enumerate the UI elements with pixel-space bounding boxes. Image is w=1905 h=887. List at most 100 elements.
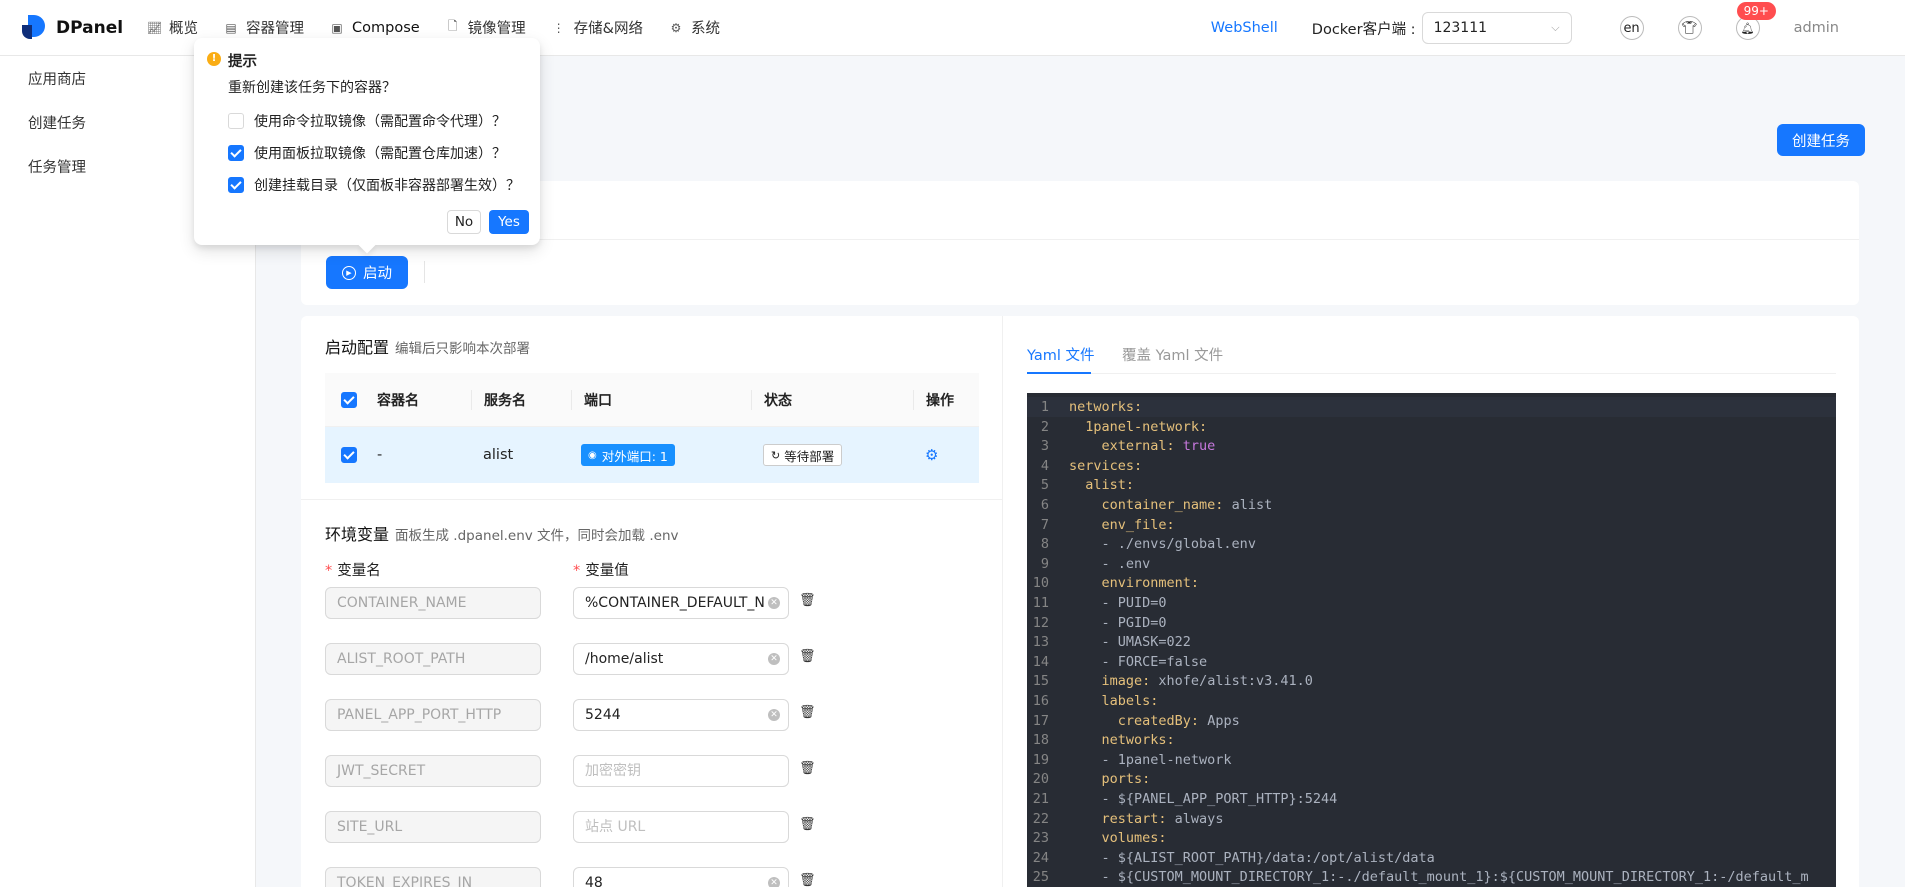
line-number: 11	[1032, 595, 1049, 611]
yaml-key: ports:	[1101, 771, 1151, 788]
yaml-value: xhofe/alist:v3.41.0	[1150, 673, 1313, 690]
trash-icon[interactable]: 🗑︎	[799, 705, 816, 720]
code-line: 9 - .env	[1027, 554, 1836, 574]
trash-icon[interactable]: 🗑︎	[799, 873, 816, 887]
option-pull-by-command[interactable]: 使用命令拉取镜像（需配置命令代理）？	[228, 111, 506, 131]
code-line: 5 alist:	[1027, 475, 1836, 495]
env-name-field[interactable]: PANEL_APP_PORT_HTTP	[325, 699, 541, 731]
yaml-value: - ${ALIST_ROOT_PATH}/data:/opt/alist/dat…	[1101, 849, 1435, 866]
tab-yaml-file[interactable]: Yaml 文件	[1027, 344, 1095, 365]
yes-button[interactable]: Yes	[489, 210, 529, 234]
container-name-cell: -	[377, 447, 383, 463]
yaml-value: - 1panel-network	[1101, 751, 1232, 768]
deploy-config-card: 启动配置 编辑后只影响本次部署 容器名 服务名 端口 状态 操作 - alist …	[301, 316, 1859, 887]
env-name-field[interactable]: JWT_SECRET	[325, 755, 541, 787]
section-divider	[301, 499, 1003, 500]
code-line: 15 image: xhofe/alist:v3.41.0	[1027, 671, 1836, 691]
line-number: 20	[1032, 771, 1049, 788]
sync-icon: ↻	[771, 448, 781, 462]
status-tag: ↻ 等待部署	[763, 444, 843, 466]
yaml-key: image:	[1101, 673, 1151, 690]
option-create-mount-dir[interactable]: 创建挂载目录（仅面板非容器部署生效）？	[228, 175, 520, 195]
port-tag[interactable]: ◉ 对外端口: 1	[581, 444, 675, 466]
nav-item-system[interactable]: ⚙ 系统	[656, 0, 733, 56]
option-pull-by-panel[interactable]: 使用面板拉取镜像（需配置仓库加速）？	[228, 143, 506, 163]
column-header-container-name: 容器名	[377, 392, 419, 409]
yaml-value: - PGID=0	[1101, 614, 1167, 631]
line-number: 4	[1040, 457, 1049, 474]
line-number: 8	[1040, 536, 1049, 553]
bell-icon: 🔔︎	[1740, 21, 1755, 35]
env-value-text: 48	[585, 875, 603, 887]
yaml-value: alist	[1223, 497, 1273, 513]
clear-icon[interactable]: ✕	[768, 877, 780, 887]
env-value-field[interactable]: %CONTAINER_DEFAULT_N ✕	[573, 587, 789, 619]
column-header-actions: 操作	[913, 389, 979, 410]
yaml-key: alist:	[1085, 477, 1135, 494]
yaml-key: restart:	[1101, 810, 1167, 827]
code-line: 8 - ./envs/global.env	[1027, 534, 1836, 554]
option-checkbox[interactable]	[228, 145, 244, 161]
line-number: 24	[1032, 849, 1049, 866]
clear-icon[interactable]: ✕	[768, 653, 780, 665]
code-line: 6 container_name: alist	[1027, 495, 1836, 515]
create-task-button[interactable]: 创建任务	[1777, 124, 1865, 156]
yaml-editor[interactable]: 1 networks: 2 1panel-network: 3 external: t…	[1027, 393, 1836, 887]
line-number: 14	[1032, 653, 1049, 670]
language-button[interactable]: en	[1619, 16, 1644, 40]
env-name-field[interactable]: SITE_URL	[325, 811, 541, 843]
env-name-field[interactable]: TOKEN_EXPIRES_IN	[325, 867, 541, 887]
chart-icon: 📈︎	[147, 20, 163, 35]
webshell-link[interactable]: WebShell	[1211, 20, 1278, 36]
app-logo[interactable]: DPanel	[22, 14, 134, 41]
settings-gear-icon[interactable]: ⚙	[925, 446, 938, 464]
eye-icon: ◉	[588, 449, 597, 461]
no-button[interactable]: No	[447, 210, 481, 234]
trash-icon[interactable]: 🗑︎	[799, 649, 816, 664]
warning-icon: !	[207, 52, 221, 66]
yaml-value: always	[1166, 810, 1224, 827]
notification-button[interactable]: 🔔︎ 99+	[1735, 2, 1776, 40]
env-value-header: * 变量值	[573, 559, 629, 580]
select-all-checkbox[interactable]	[341, 391, 357, 408]
line-number: 23	[1032, 830, 1049, 847]
option-checkbox[interactable]	[228, 113, 244, 129]
code-line: 24 - ${ALIST_ROOT_PATH}/data:/opt/alist/…	[1027, 848, 1836, 868]
tab-override-yaml-file[interactable]: 覆盖 Yaml 文件	[1122, 344, 1223, 365]
yaml-key: networks:	[1101, 732, 1175, 749]
env-name-field[interactable]: ALIST_ROOT_PATH	[325, 643, 541, 675]
theme-button[interactable]: 👕︎	[1677, 16, 1702, 40]
env-value-field[interactable]: 站点 URL	[573, 811, 789, 843]
code-line: 1 networks:	[1027, 397, 1836, 417]
env-value-field[interactable]: 加密密钥	[573, 755, 789, 787]
line-number: 25	[1032, 869, 1049, 886]
code-line: 19 - 1panel-network	[1027, 750, 1836, 770]
nav-item-storage-network[interactable]: ⋮ 存储&网络	[539, 0, 656, 56]
line-number: 10	[1032, 575, 1049, 592]
row-checkbox[interactable]	[341, 447, 357, 463]
startup-config-title: 启动配置	[325, 338, 390, 357]
more-icon: ⋮	[552, 20, 565, 35]
option-label: 使用面板拉取镜像（需配置仓库加速）？	[254, 146, 506, 162]
option-checkbox[interactable]	[228, 177, 244, 193]
env-name-field[interactable]: CONTAINER_NAME	[325, 587, 541, 619]
active-tab-indicator	[1027, 372, 1091, 374]
trash-icon[interactable]: 🗑︎	[799, 761, 816, 776]
table-row[interactable]: - alist ◉ 对外端口: 1 ↻ 等待部署 ⚙	[325, 427, 979, 483]
line-number: 7	[1040, 516, 1049, 533]
env-subtitle: 面板生成 .dpanel.env 文件，同时会加载 .env	[395, 528, 679, 544]
play-icon: ▶	[342, 265, 356, 280]
user-menu[interactable]: admin	[1794, 20, 1839, 36]
docker-client-select[interactable]: 123111 ⌵	[1421, 12, 1572, 44]
env-value-field[interactable]: /home/alist ✕	[573, 643, 789, 675]
clear-icon[interactable]: ✕	[768, 709, 780, 721]
trash-icon[interactable]: 🗑︎	[799, 817, 816, 832]
line-number: 3	[1040, 438, 1049, 455]
env-value-field[interactable]: 5244 ✕	[573, 699, 789, 731]
env-value-field[interactable]: 48 ✕	[573, 867, 789, 887]
code-line: 16 labels:	[1027, 691, 1836, 711]
trash-icon[interactable]: 🗑︎	[799, 593, 816, 608]
env-title: 环境变量	[325, 525, 390, 544]
clear-icon[interactable]: ✕	[768, 597, 780, 609]
start-button[interactable]: ▶ 启动	[326, 256, 408, 289]
